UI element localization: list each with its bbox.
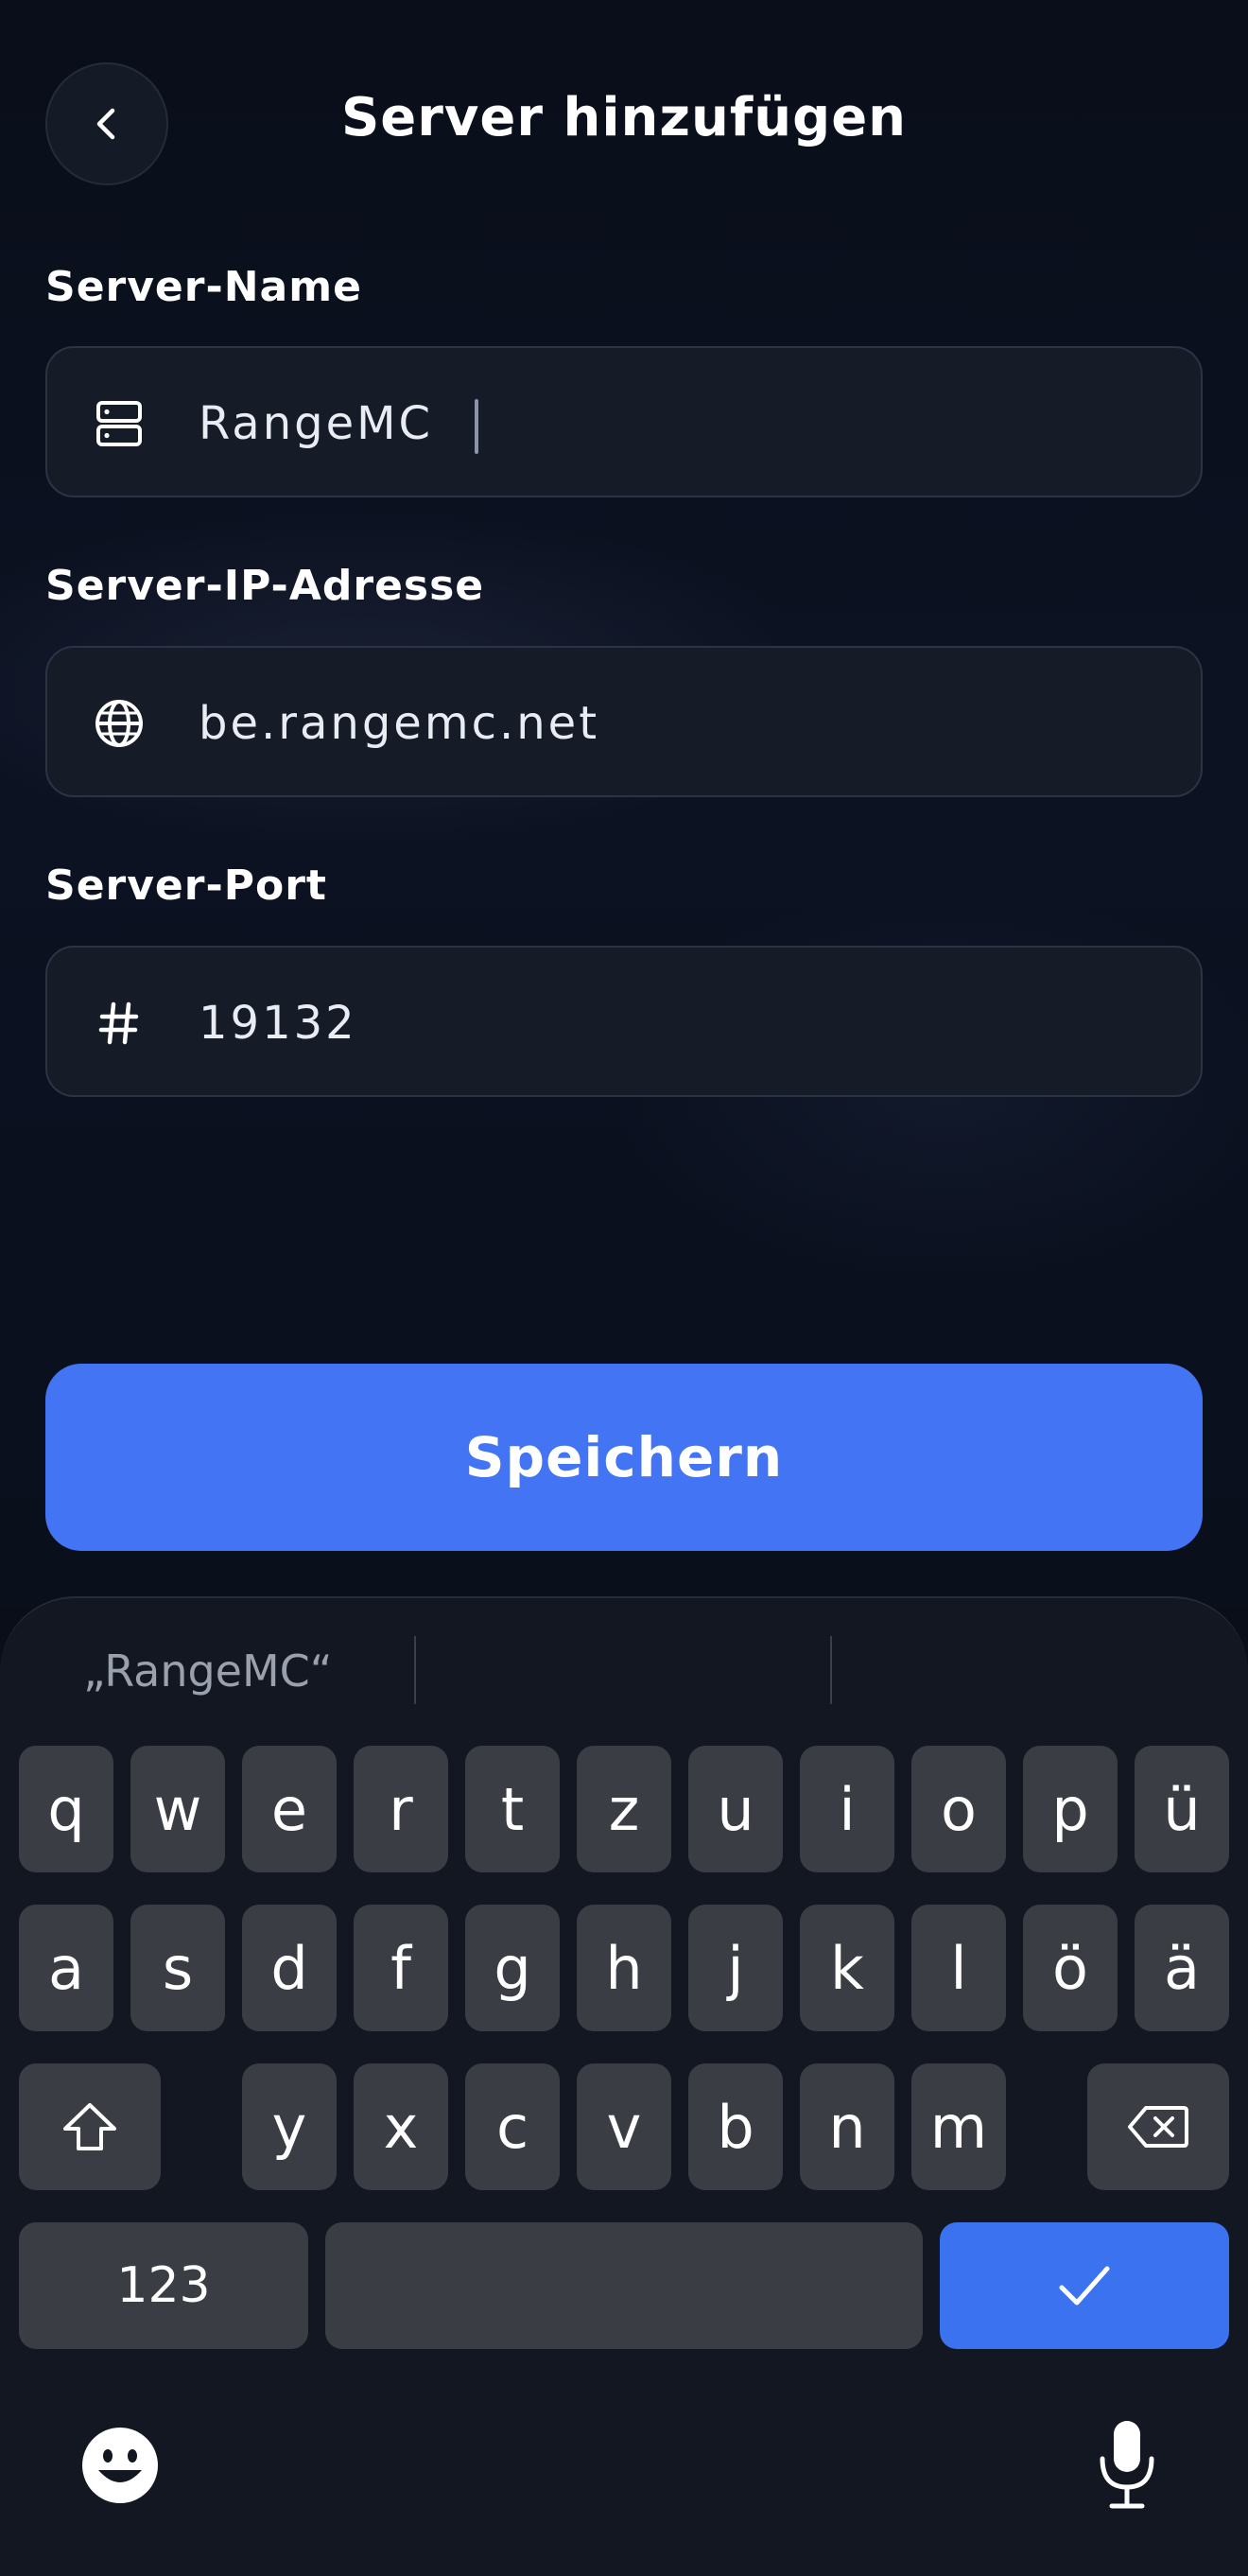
server-ip-input[interactable]: be.rangemc.net: [199, 693, 1144, 754]
shift-icon: [63, 2103, 116, 2150]
key-ü[interactable]: ü: [1135, 1746, 1229, 1872]
key-b[interactable]: b: [688, 2063, 783, 2190]
save-button[interactable]: Speichern: [45, 1364, 1203, 1551]
key-e[interactable]: e: [242, 1746, 337, 1872]
server-port-input[interactable]: 19132: [199, 993, 1144, 1053]
page-title: Server hinzufügen: [340, 87, 908, 148]
text-cursor: [475, 399, 478, 454]
key-o[interactable]: o: [911, 1746, 1006, 1872]
key-u[interactable]: u: [688, 1746, 783, 1872]
server-port-field[interactable]: 19132: [45, 946, 1203, 1097]
key-s[interactable]: s: [130, 1905, 225, 2031]
key-p[interactable]: p: [1023, 1746, 1118, 1872]
key-r[interactable]: r: [354, 1746, 448, 1872]
microphone-icon[interactable]: [1093, 2417, 1161, 2512]
key-z[interactable]: z: [577, 1746, 671, 1872]
shift-key[interactable]: [19, 2063, 161, 2190]
key-k[interactable]: k: [800, 1905, 894, 2031]
key-n[interactable]: n: [800, 2063, 894, 2190]
key-ä[interactable]: ä: [1135, 1905, 1229, 2031]
key-q[interactable]: q: [19, 1746, 113, 1872]
keyboard-suggestion[interactable]: „RangeMC“: [83, 1645, 333, 1697]
key-c[interactable]: c: [465, 2063, 560, 2190]
space-key[interactable]: [325, 2222, 923, 2349]
server-name-label: Server-Name: [45, 263, 362, 311]
backspace-key[interactable]: [1087, 2063, 1229, 2190]
key-f[interactable]: f: [354, 1905, 448, 2031]
backspace-icon: [1128, 2106, 1188, 2148]
server-icon: [91, 395, 147, 452]
key-t[interactable]: t: [465, 1746, 560, 1872]
key-d[interactable]: d: [242, 1905, 337, 2031]
emoji-icon[interactable]: [79, 2425, 161, 2506]
hash-icon: [91, 995, 147, 1052]
numbers-key[interactable]: 123: [19, 2222, 308, 2349]
server-port-label: Server-Port: [45, 862, 327, 910]
checkmark-icon: [1059, 2266, 1110, 2306]
suggestion-divider: [414, 1636, 416, 1704]
key-g[interactable]: g: [465, 1905, 560, 2031]
key-h[interactable]: h: [577, 1905, 671, 2031]
on-screen-keyboard: „RangeMC“ qwertzuiopü asdfghjklöä yxcvbn…: [0, 1596, 1248, 2576]
globe-icon: [91, 695, 147, 752]
key-i[interactable]: i: [800, 1746, 894, 1872]
key-m[interactable]: m: [911, 2063, 1006, 2190]
key-j[interactable]: j: [688, 1905, 783, 2031]
server-name-field[interactable]: RangeMC: [45, 346, 1203, 497]
key-x[interactable]: x: [354, 2063, 448, 2190]
key-y[interactable]: y: [242, 2063, 337, 2190]
key-w[interactable]: w: [130, 1746, 225, 1872]
suggestion-divider: [830, 1636, 832, 1704]
server-ip-field[interactable]: be.rangemc.net: [45, 646, 1203, 797]
server-name-input[interactable]: RangeMC: [199, 393, 1144, 454]
key-a[interactable]: a: [19, 1905, 113, 2031]
done-key[interactable]: [940, 2222, 1229, 2349]
server-ip-label: Server-IP-Adresse: [45, 562, 485, 610]
key-v[interactable]: v: [577, 2063, 671, 2190]
key-l[interactable]: l: [911, 1905, 1006, 2031]
key-ö[interactable]: ö: [1023, 1905, 1118, 2031]
